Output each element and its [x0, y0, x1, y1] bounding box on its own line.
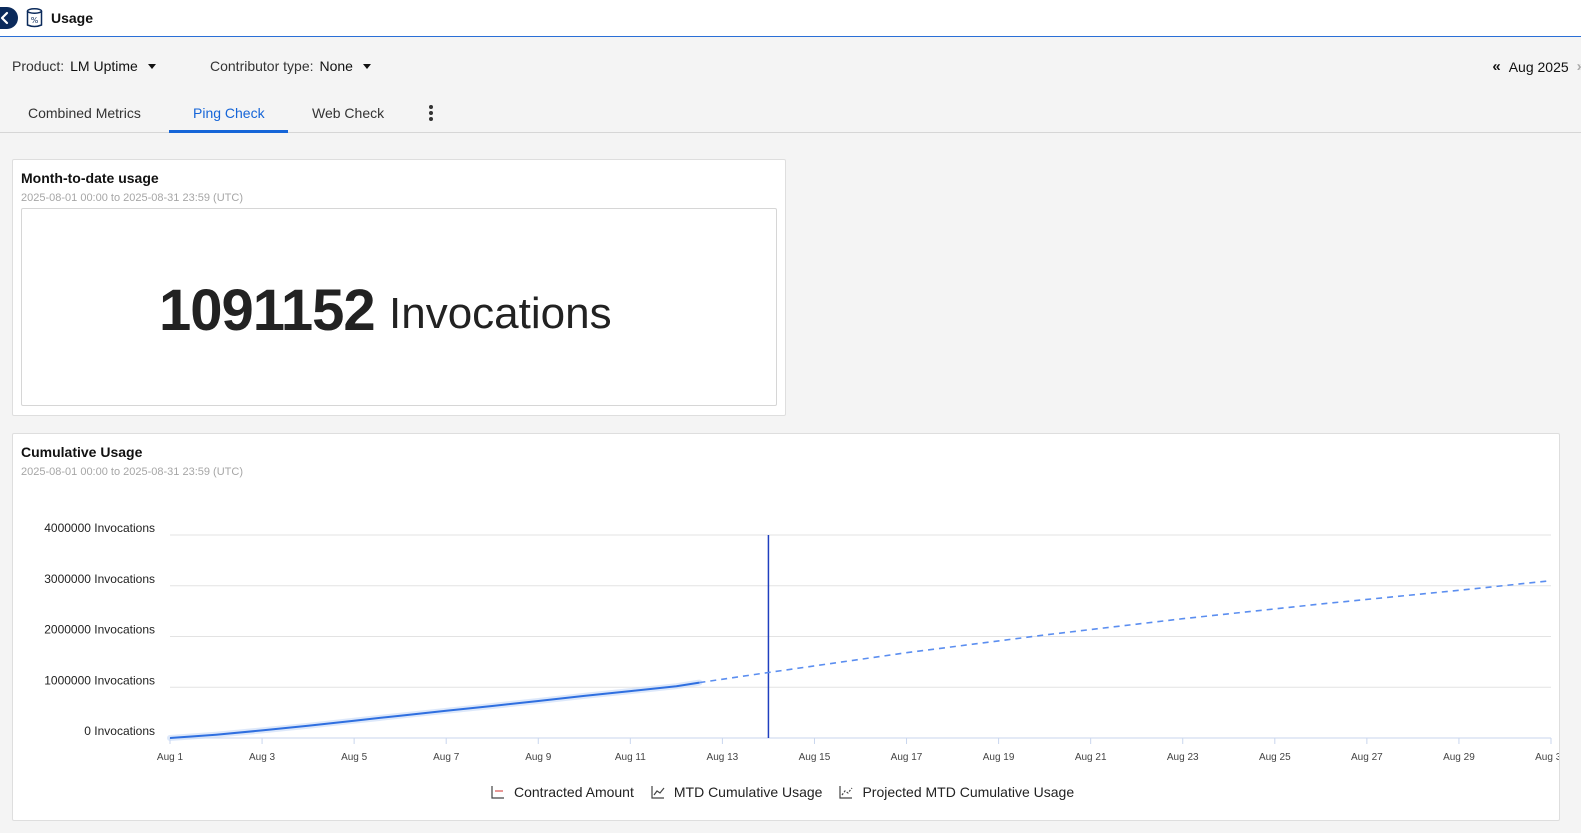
dashed-line-chart-icon	[839, 786, 853, 799]
double-chevron-right-icon[interactable]: »	[1577, 58, 1581, 75]
x-tick-label: Aug 17	[891, 752, 923, 763]
y-tick-label: 2000000 Invocations	[44, 623, 155, 637]
y-tick-label: 3000000 Invocations	[44, 572, 155, 586]
product-dropdown[interactable]: Product: LM Uptime	[12, 58, 156, 74]
tab-web-check[interactable]: Web Check	[312, 105, 384, 133]
x-tick-label: Aug 25	[1259, 752, 1291, 763]
usage-unit: Invocations	[389, 289, 612, 338]
chart-legend: Contracted Amount MTD Cumulative Usage P…	[491, 784, 1091, 800]
tab-ping-check[interactable]: Ping Check	[193, 105, 265, 133]
x-tick-label: Aug 23	[1167, 752, 1199, 763]
chevron-left-icon[interactable]	[0, 7, 18, 29]
legend-item-mtd-cumulative-usage[interactable]: MTD Cumulative Usage	[651, 784, 823, 800]
x-tick-label: Aug 7	[433, 752, 460, 763]
active-tab-indicator	[169, 130, 288, 133]
usage-value: 1091152	[159, 278, 376, 343]
x-tick-label: Aug 31	[1535, 752, 1559, 763]
x-tick-label: Aug 13	[707, 752, 739, 763]
x-tick-label: Aug 9	[525, 752, 552, 763]
svg-text:%: %	[31, 16, 39, 25]
product-value: LM Uptime	[70, 58, 138, 74]
contributor-type-dropdown[interactable]: Contributor type: None	[210, 58, 371, 74]
caret-down-icon	[147, 63, 156, 69]
x-tick-label: Aug 27	[1351, 752, 1383, 763]
x-tick-label: Aug 19	[983, 752, 1015, 763]
month-label: Aug 2025	[1508, 58, 1569, 75]
caret-down-icon	[362, 63, 371, 69]
legend-label: Contracted Amount	[514, 784, 634, 800]
legend-label: Projected MTD Cumulative Usage	[862, 784, 1075, 800]
contributor-type-label: Contributor type:	[210, 58, 314, 74]
y-tick-label: 0 Invocations	[84, 724, 155, 738]
more-vertical-icon[interactable]	[427, 105, 435, 123]
contracted-chart-icon	[491, 786, 504, 799]
usage-value-box: 1091152 Invocations	[21, 208, 777, 406]
card-title: Month-to-date usage	[21, 170, 159, 186]
page-title: Usage	[51, 10, 94, 26]
month-navigator: « Aug 2025 »	[1492, 58, 1581, 75]
x-tick-label: Aug 21	[1075, 752, 1107, 763]
cumulative-usage-card: Cumulative Usage 2025-08-01 00:00 to 202…	[12, 433, 1560, 821]
y-tick-label: 4000000 Invocations	[44, 521, 155, 535]
date-range: 2025-08-01 00:00 to 2025-08-31 23:59 (UT…	[21, 192, 243, 204]
double-chevron-left-icon[interactable]: «	[1492, 58, 1500, 75]
projected-usage-line	[699, 579, 1552, 684]
legend-item-contracted-amount[interactable]: Contracted Amount	[491, 784, 634, 800]
contributor-type-value: None	[319, 58, 353, 74]
x-tick-label: Aug 1	[157, 752, 184, 763]
x-tick-label: Aug 11	[615, 752, 646, 763]
x-tick-label: Aug 3	[249, 752, 276, 763]
legend-item-projected-mtd-cumulative-usage[interactable]: Projected MTD Cumulative Usage	[839, 784, 1074, 800]
usage-report-icon: %	[26, 8, 43, 28]
line-chart-icon	[651, 786, 665, 799]
product-label: Product:	[12, 58, 65, 74]
mtd-usage-card: Month-to-date usage 2025-08-01 00:00 to …	[12, 159, 786, 416]
filter-bar: Product: LM Uptime Contributor type: Non…	[0, 37, 1581, 95]
mtd-usage-line-halo	[167, 679, 703, 741]
x-tick-label: Aug 5	[341, 752, 368, 763]
x-tick-label: Aug 15	[799, 752, 831, 763]
top-bar: % Usage	[0, 0, 1581, 37]
x-tick-label: Aug 29	[1443, 752, 1475, 763]
y-tick-label: 1000000 Invocations	[44, 673, 155, 687]
tab-bar: Combined Metrics Ping Check Web Check	[0, 95, 1581, 133]
cumulative-usage-chart: 0 Invocations 1000000 Invocations 2000000 …	[44, 521, 1559, 763]
tab-combined-metrics[interactable]: Combined Metrics	[28, 105, 141, 133]
legend-label: MTD Cumulative Usage	[673, 784, 823, 800]
